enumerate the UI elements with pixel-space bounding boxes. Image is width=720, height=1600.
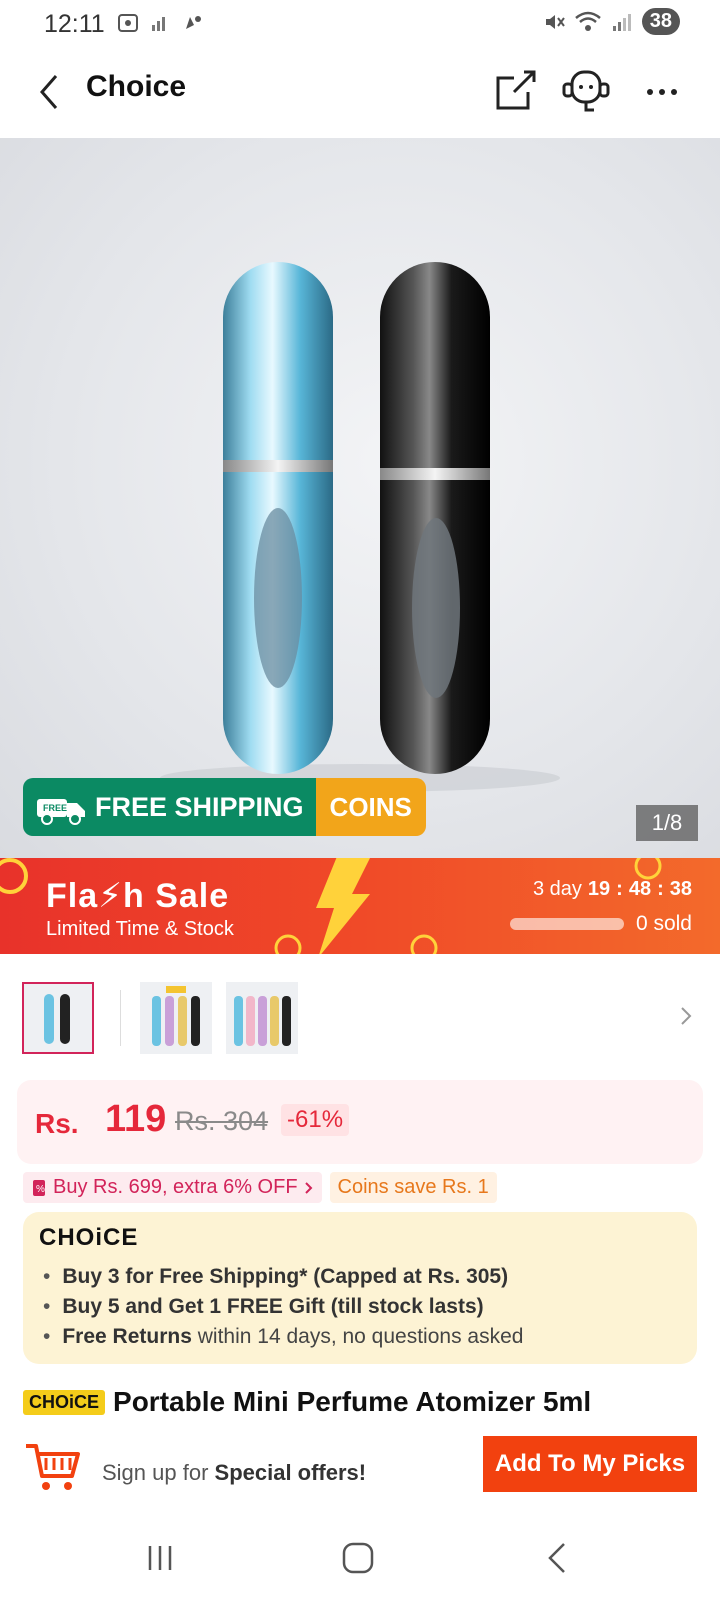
chevron-right-icon[interactable] (676, 1004, 696, 1028)
price-amount: 119 (105, 1098, 167, 1140)
status-time: 12:11 (44, 10, 105, 38)
variant-thumbnails (0, 954, 720, 1080)
price-box: Rs. 119 Rs. 304 -61% (17, 1080, 703, 1164)
coins-label: COINS (329, 791, 412, 822)
coins-save-tag[interactable]: Coins save Rs. 1 (329, 1172, 497, 1203)
signup-prompt[interactable]: Sign up for Special offers! (102, 1460, 366, 1486)
thumbnail-pack-4[interactable] (140, 982, 212, 1054)
share-icon[interactable] (490, 64, 542, 116)
back-icon[interactable] (30, 68, 70, 116)
benefit-item: Free Returns within 14 days, no question… (43, 1322, 523, 1352)
choice-logo: CHOiCE (39, 1224, 139, 1251)
free-shipping-coins-badge: FREE FREE SHIPPING COINS (23, 778, 426, 836)
flash-sale-title: Fla⚡h Sale (46, 877, 230, 915)
status-left-icons (116, 11, 204, 35)
choice-benefits-list: Buy 3 for Free Shipping* (Capped at Rs. … (43, 1262, 523, 1352)
product-name: Portable Mini Perfume Atomizer 5ml (113, 1386, 592, 1417)
add-to-picks-button[interactable]: Add To My Picks (483, 1436, 697, 1492)
original-price: Rs. 304 (175, 1106, 269, 1136)
coupon-text: Buy Rs. 699, extra 6% OFF (53, 1176, 298, 1198)
countdown-minutes: 48 (628, 878, 652, 900)
free-shipping-segment: FREE FREE SHIPPING (23, 778, 316, 836)
wifi-icon (574, 11, 601, 31)
image-page-indicator: 1/8 (636, 805, 698, 841)
customer-service-icon[interactable] (560, 64, 612, 116)
free-shipping-label: FREE SHIPPING (95, 791, 304, 822)
signal-icon (152, 17, 165, 31)
notification-icon (186, 16, 201, 29)
status-bar: 12:11 38 (0, 0, 720, 46)
mute-icon (545, 14, 565, 29)
cell-signal-icon (612, 13, 631, 31)
bottom-action-bar: Sign up for Special offers! Add To My Pi… (0, 1430, 720, 1520)
battery-indicator: 38 (641, 8, 680, 35)
thumbnail-blue-black[interactable] (22, 982, 94, 1054)
coupon-tag[interactable]: % Buy Rs. 699, extra 6% OFF (23, 1172, 322, 1203)
product-image[interactable] (0, 138, 720, 858)
sold-progress-bar (509, 918, 624, 930)
countdown-days: 3 day (532, 878, 582, 900)
svg-text:%: % (36, 1184, 45, 1195)
home-icon[interactable] (340, 1540, 376, 1576)
cart-icon[interactable] (22, 1436, 82, 1496)
perfume-atomizers-illustration (160, 262, 560, 792)
product-title-row: CHOiCE Portable Mini Perfume Atomizer 5m… (23, 1386, 591, 1418)
benefit-item: Buy 5 and Get 1 FREE Gift (till stock la… (43, 1292, 523, 1322)
countdown-hours: 19 (587, 878, 611, 900)
recent-apps-icon[interactable] (142, 1540, 178, 1576)
countdown-seconds: 38 (669, 878, 692, 900)
status-right-icons: 38 (542, 8, 680, 35)
benefit-item: Buy 3 for Free Shipping* (Capped at Rs. … (43, 1262, 523, 1292)
sold-count: 0 sold (635, 912, 692, 935)
choice-benefits-box[interactable]: CHOiCE Buy 3 for Free Shipping* (Capped … (23, 1212, 697, 1364)
app-header: Choice (0, 46, 720, 138)
thumbnail-divider (120, 990, 121, 1046)
more-dots-icon[interactable] (636, 64, 688, 116)
choice-badge: CHOiCE (23, 1389, 106, 1415)
system-back-icon[interactable] (540, 1540, 576, 1576)
free-label: FREE (43, 803, 67, 813)
sold-progress: 0 sold (509, 912, 692, 936)
flash-sale-subtitle: Limited Time & Stock (46, 918, 234, 940)
discount-badge: -61% (281, 1104, 350, 1136)
delivery-truck-icon: FREE (37, 799, 85, 825)
chevron-right-icon (304, 1181, 312, 1194)
screenshot-icon (118, 14, 138, 32)
price-currency: Rs. (35, 1108, 79, 1139)
flash-sale-banner[interactable]: Fla⚡h Sale Limited Time & Stock 3 day 19… (0, 858, 720, 954)
countdown-timer: 3 day 19 : 48 : 38 (532, 878, 692, 900)
system-nav-bar (0, 1520, 720, 1600)
coupon-icon: % (33, 1179, 45, 1196)
thumbnail-pack-5[interactable] (226, 982, 298, 1054)
promo-tags: % Buy Rs. 699, extra 6% OFF Coins save R… (23, 1172, 497, 1203)
coins-segment: COINS (315, 778, 426, 836)
page-title: Choice (86, 70, 187, 103)
